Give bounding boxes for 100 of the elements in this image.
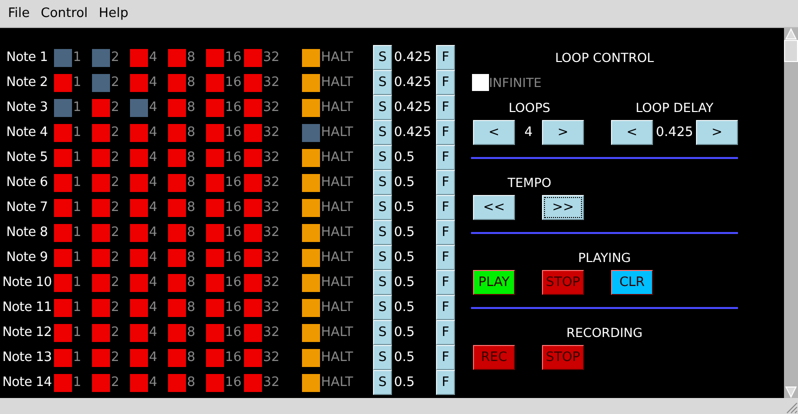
bit-toggle[interactable] xyxy=(168,174,186,192)
s-button[interactable]: S xyxy=(373,195,392,220)
f-button[interactable]: F xyxy=(436,245,455,270)
bit-toggle[interactable] xyxy=(168,248,186,266)
f-button[interactable]: F xyxy=(436,45,455,70)
bit-toggle[interactable] xyxy=(168,298,186,316)
menu-item[interactable]: File xyxy=(4,6,34,21)
halt-toggle[interactable] xyxy=(302,248,320,266)
s-button[interactable]: S xyxy=(373,295,392,320)
halt-toggle[interactable] xyxy=(302,348,320,366)
bit-toggle[interactable] xyxy=(206,148,224,166)
bit-toggle[interactable] xyxy=(244,174,262,192)
bit-toggle[interactable] xyxy=(244,298,262,316)
bit-toggle[interactable] xyxy=(92,124,110,142)
bit-toggle[interactable] xyxy=(206,48,224,66)
bit-toggle[interactable] xyxy=(168,324,186,342)
menu-item[interactable]: Control xyxy=(36,6,92,21)
bit-toggle[interactable] xyxy=(206,374,224,392)
decrease-button[interactable]: < xyxy=(611,120,653,145)
resize-grip-icon[interactable] xyxy=(784,400,798,414)
bit-toggle[interactable] xyxy=(130,174,148,192)
bit-toggle[interactable] xyxy=(206,348,224,366)
halt-toggle[interactable] xyxy=(302,224,320,242)
bit-toggle[interactable] xyxy=(130,348,148,366)
f-button[interactable]: F xyxy=(436,70,455,95)
bit-toggle[interactable] xyxy=(168,374,186,392)
bit-toggle[interactable] xyxy=(168,198,186,216)
bit-toggle[interactable] xyxy=(206,174,224,192)
bit-toggle[interactable] xyxy=(92,224,110,242)
bit-toggle[interactable] xyxy=(130,248,148,266)
bit-toggle[interactable] xyxy=(54,74,72,92)
bit-toggle[interactable] xyxy=(54,274,72,292)
bit-toggle[interactable] xyxy=(168,98,186,116)
bit-toggle[interactable] xyxy=(168,48,186,66)
bit-toggle[interactable] xyxy=(244,374,262,392)
bit-toggle[interactable] xyxy=(244,98,262,116)
halt-toggle[interactable] xyxy=(302,74,320,92)
s-button[interactable]: S xyxy=(373,70,392,95)
bit-toggle[interactable] xyxy=(92,248,110,266)
bit-toggle[interactable] xyxy=(206,274,224,292)
slower-button[interactable]: << xyxy=(473,195,515,220)
bit-toggle[interactable] xyxy=(168,74,186,92)
bit-toggle[interactable] xyxy=(168,148,186,166)
s-button[interactable]: S xyxy=(373,270,392,295)
bit-toggle[interactable] xyxy=(130,148,148,166)
s-button[interactable]: S xyxy=(373,45,392,70)
bit-toggle[interactable] xyxy=(130,98,148,116)
bit-toggle[interactable] xyxy=(130,198,148,216)
f-button[interactable]: F xyxy=(436,145,455,170)
bit-toggle[interactable] xyxy=(244,124,262,142)
bit-toggle[interactable] xyxy=(206,224,224,242)
bit-toggle[interactable] xyxy=(130,274,148,292)
bit-toggle[interactable] xyxy=(92,98,110,116)
f-button[interactable]: F xyxy=(436,370,455,395)
bit-toggle[interactable] xyxy=(206,298,224,316)
bit-toggle[interactable] xyxy=(92,148,110,166)
halt-toggle[interactable] xyxy=(302,274,320,292)
bit-toggle[interactable] xyxy=(92,48,110,66)
s-button[interactable]: S xyxy=(373,220,392,245)
bit-toggle[interactable] xyxy=(54,148,72,166)
f-button[interactable]: F xyxy=(436,95,455,120)
scrollbar[interactable] xyxy=(784,28,798,398)
bit-toggle[interactable] xyxy=(244,224,262,242)
bit-toggle[interactable] xyxy=(130,374,148,392)
bit-toggle[interactable] xyxy=(206,74,224,92)
bit-toggle[interactable] xyxy=(54,348,72,366)
f-button[interactable]: F xyxy=(436,195,455,220)
bit-toggle[interactable] xyxy=(244,148,262,166)
f-button[interactable]: F xyxy=(436,270,455,295)
s-button[interactable]: S xyxy=(373,245,392,270)
bit-toggle[interactable] xyxy=(130,224,148,242)
transport-button[interactable]: PLAY xyxy=(473,270,515,295)
bit-toggle[interactable] xyxy=(130,124,148,142)
bit-toggle[interactable] xyxy=(54,124,72,142)
bit-toggle[interactable] xyxy=(54,48,72,66)
halt-toggle[interactable] xyxy=(302,98,320,116)
f-button[interactable]: F xyxy=(436,320,455,345)
s-button[interactable]: S xyxy=(373,95,392,120)
infinite-checkbox[interactable] xyxy=(472,74,489,91)
bit-toggle[interactable] xyxy=(92,174,110,192)
bit-toggle[interactable] xyxy=(168,348,186,366)
f-button[interactable]: F xyxy=(436,295,455,320)
bit-toggle[interactable] xyxy=(206,124,224,142)
bit-toggle[interactable] xyxy=(244,48,262,66)
bit-toggle[interactable] xyxy=(244,348,262,366)
s-button[interactable]: S xyxy=(373,370,392,395)
bit-toggle[interactable] xyxy=(92,374,110,392)
bit-toggle[interactable] xyxy=(54,324,72,342)
s-button[interactable]: S xyxy=(373,320,392,345)
bit-toggle[interactable] xyxy=(244,324,262,342)
s-button[interactable]: S xyxy=(373,145,392,170)
halt-toggle[interactable] xyxy=(302,324,320,342)
bit-toggle[interactable] xyxy=(130,48,148,66)
bit-toggle[interactable] xyxy=(168,124,186,142)
s-button[interactable]: S xyxy=(373,170,392,195)
bit-toggle[interactable] xyxy=(244,198,262,216)
halt-toggle[interactable] xyxy=(302,124,320,142)
bit-toggle[interactable] xyxy=(92,298,110,316)
bit-toggle[interactable] xyxy=(92,348,110,366)
halt-toggle[interactable] xyxy=(302,374,320,392)
